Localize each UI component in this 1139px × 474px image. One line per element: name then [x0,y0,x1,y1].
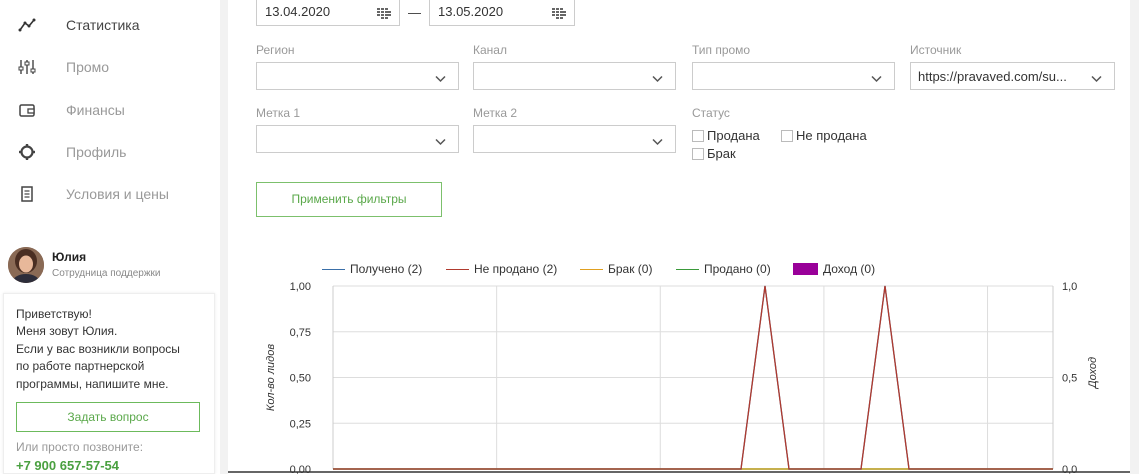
y-tick-label: 1,00 [290,281,311,293]
support-line: Меня зовут Юлия. [16,324,118,339]
support-message: Приветствую! Меня зовут Юлия. Если у вас… [16,306,206,393]
sidebar-item-finance[interactable]: Финансы [0,95,220,125]
y-tick-label: 0,50 [290,373,311,385]
sidebar-item-profile[interactable]: Профиль [0,137,220,167]
stats-line-icon [18,16,36,34]
y2-tick-label: 0,5 [1062,373,1077,385]
sidebar-item-promo[interactable]: Промо [0,52,220,82]
wallet-icon [18,101,36,119]
leads-chart: 0,000,250,500,751,000,00,51,0Кол-во лидо… [228,281,1130,474]
document-icon [18,185,36,203]
phone-number[interactable]: +7 900 657-57-54 [16,458,119,473]
sidebar: Статистика Промо Финансы Профиль Условия… [0,0,220,474]
y-tick-label: 0,25 [290,418,311,430]
user-name: Юлия [52,250,87,264]
support-line: Приветствую! [16,307,92,321]
sidebar-item-label: Статистика [66,17,140,33]
sidebar-item-statistics[interactable]: Статистика [0,10,220,40]
y-axis-title: Кол-во лидов [265,344,277,411]
sidebar-item-terms[interactable]: Условия и цены [0,179,220,209]
sidebar-item-label: Условия и цены [66,186,169,202]
sliders-icon [18,58,36,76]
user-role: Сотрудница поддержки [52,268,161,279]
y-tick-label: 0,75 [290,327,311,339]
sidebar-item-label: Профиль [66,144,127,160]
support-user: Юлия Сотрудница поддержки [8,247,218,285]
y2-tick-label: 1,0 [1062,281,1077,293]
y2-axis-title: Доход [1087,357,1099,390]
ask-question-button[interactable]: Задать вопрос [16,402,200,432]
avatar [8,247,44,283]
support-line: Если у вас возникли вопросы по работе пар… [16,341,180,391]
sidebar-item-label: Финансы [66,102,125,118]
call-text: Или просто позвоните: [16,440,144,454]
main-content: 13.04.2020 — 13.05.2020 Регион Канал Тип… [228,0,1130,474]
support-card: Приветствую! Меня зовут Юлия. Если у вас… [3,293,215,474]
sidebar-item-label: Промо [66,59,110,75]
gear-icon [18,143,36,161]
